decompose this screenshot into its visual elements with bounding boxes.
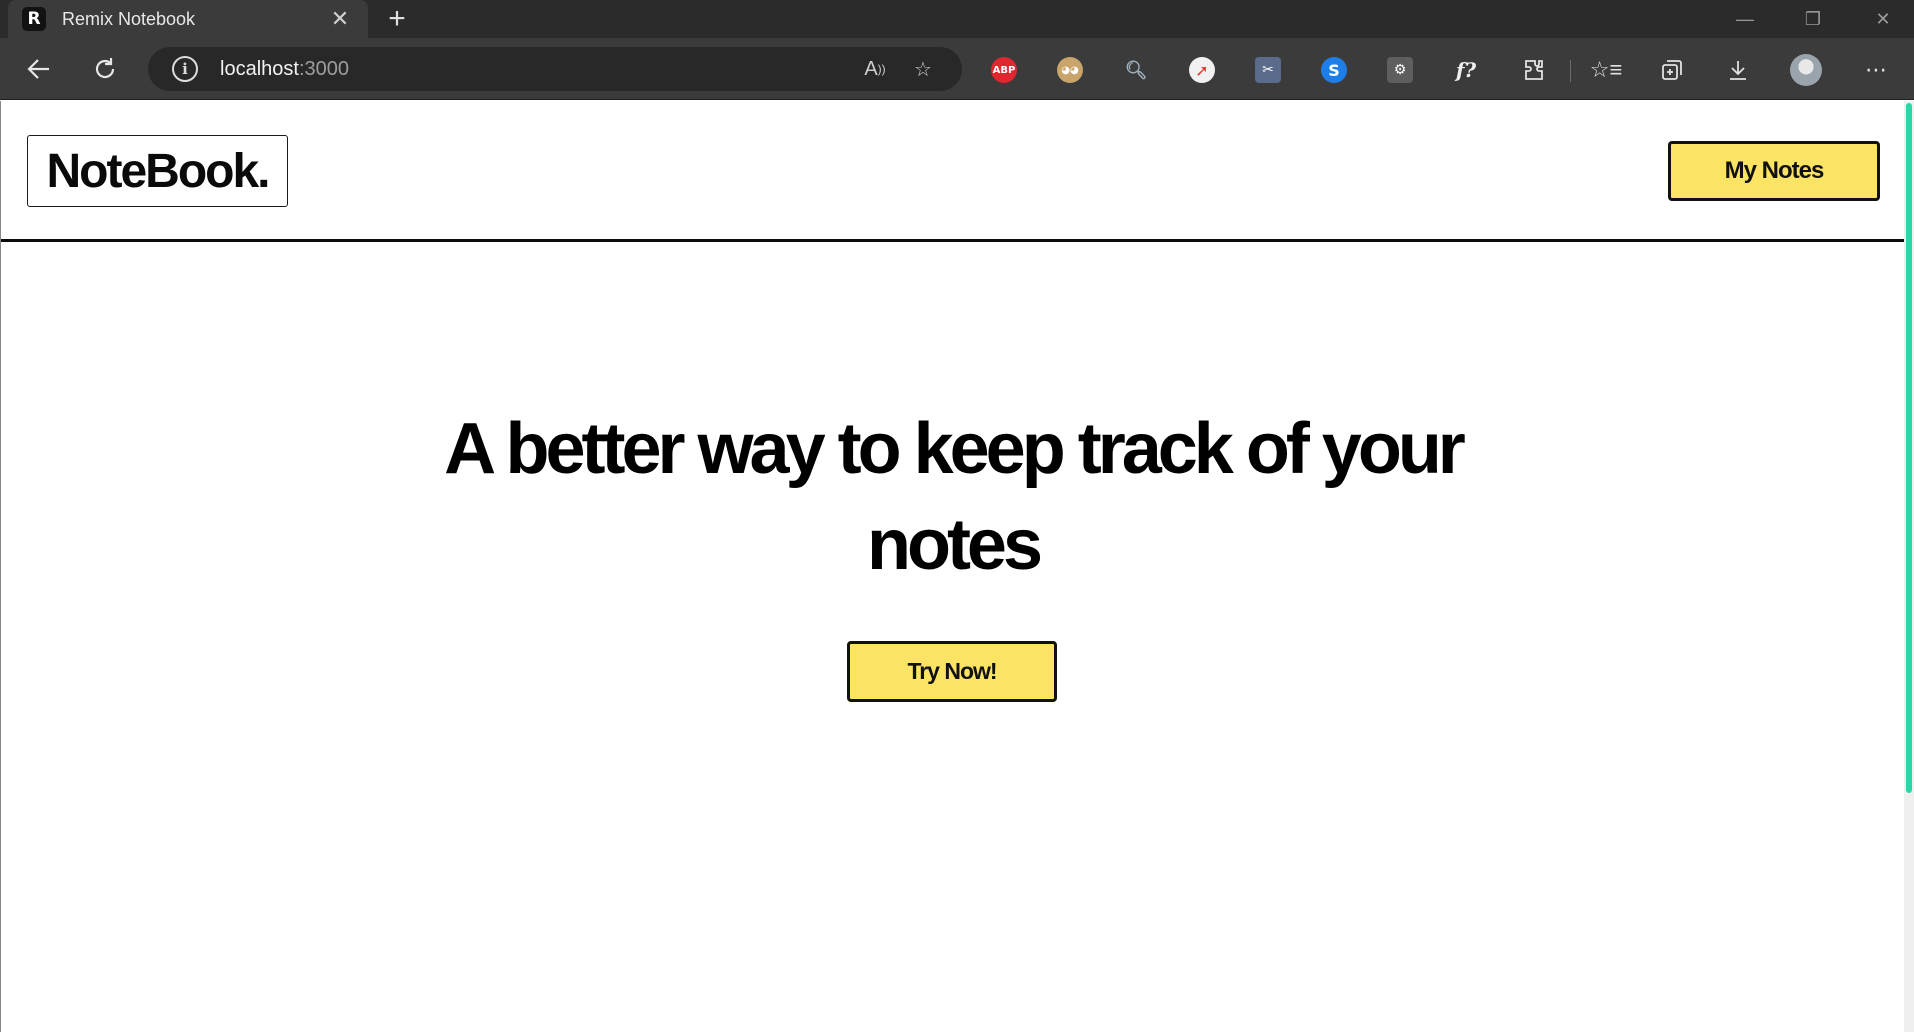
try-now-button[interactable]: Try Now! xyxy=(847,641,1057,702)
clip-icon[interactable]: ✂ xyxy=(1255,57,1281,83)
magnifier-icon[interactable]: 🔍︎ xyxy=(1123,57,1149,83)
new-tab-icon[interactable]: + xyxy=(380,2,414,36)
download-icon[interactable] xyxy=(1722,54,1754,86)
address-bar[interactable]: i localhost:3000 A)) ☆ xyxy=(148,47,962,91)
collections-icon[interactable] xyxy=(1656,54,1688,86)
site-logo[interactable]: NoteBook. xyxy=(27,135,288,207)
tab-title: Remix Notebook xyxy=(62,8,196,29)
tab-bar: R Remix Notebook ✕ + — ❐ ✕ xyxy=(0,0,1914,38)
remix-favicon-icon: R xyxy=(22,7,46,31)
font-icon[interactable]: f? xyxy=(1453,57,1479,83)
scroll-thumb[interactable] xyxy=(1906,103,1912,793)
gear-box-icon[interactable]: ⚙ xyxy=(1387,57,1413,83)
window-close-icon[interactable]: ✕ xyxy=(1852,0,1914,38)
favorites-icon[interactable]: ☆≡ xyxy=(1590,54,1623,86)
close-icon[interactable]: ✕ xyxy=(326,8,354,30)
page-scrollbar[interactable] xyxy=(1904,101,1914,1032)
add-favorite-icon[interactable]: ☆ xyxy=(908,54,938,84)
profile-avatar[interactable] xyxy=(1790,54,1822,86)
hero-headline: A better way to keep track of your notes xyxy=(444,409,1466,585)
web-page: NoteBook. My Notes A better way to keep … xyxy=(0,101,1905,1032)
restore-icon[interactable]: ❐ xyxy=(1782,0,1844,38)
owl-icon[interactable]: ◕◕ xyxy=(1057,57,1083,83)
extensions-icon[interactable] xyxy=(1518,54,1550,86)
url-host: localhost xyxy=(220,57,299,80)
back-icon[interactable] xyxy=(16,46,62,92)
browser-tab[interactable]: R Remix Notebook ✕ xyxy=(8,0,368,38)
site-header: NoteBook. My Notes xyxy=(1,101,1905,242)
refresh-icon[interactable] xyxy=(82,46,128,92)
adblock-icon[interactable]: ABP xyxy=(991,57,1017,83)
shazam-icon[interactable]: S xyxy=(1321,57,1347,83)
browser-toolbar: i localhost:3000 A)) ☆ ABP ◕◕ 🔍︎ ➚ ✂ S ⚙… xyxy=(0,38,1914,100)
rocket-icon[interactable]: ➚ xyxy=(1189,57,1215,83)
info-icon[interactable]: i xyxy=(172,56,198,82)
read-aloud-icon[interactable]: A)) xyxy=(860,54,890,84)
hero-section: A better way to keep track of your notes xyxy=(1,401,1905,593)
minimize-icon[interactable]: — xyxy=(1714,0,1776,38)
my-notes-button[interactable]: My Notes xyxy=(1668,141,1880,201)
more-menu-icon[interactable]: ⋯ xyxy=(1860,54,1892,86)
url-port: :3000 xyxy=(298,57,349,80)
toolbar-separator xyxy=(1570,60,1571,82)
